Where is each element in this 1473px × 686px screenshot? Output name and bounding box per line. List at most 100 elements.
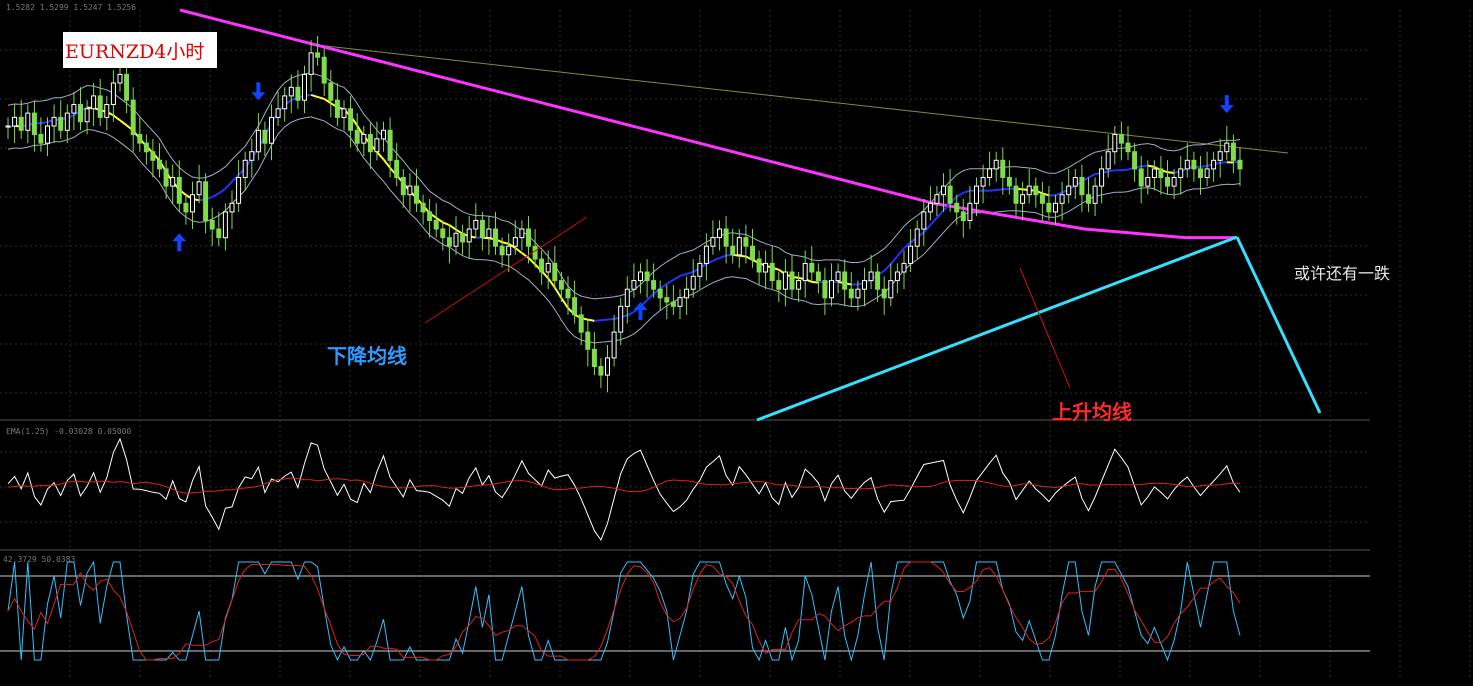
ma-mid-segment	[502, 242, 509, 244]
ma-mid-segment	[601, 320, 608, 321]
candle-body	[533, 246, 537, 259]
ma-mid-segment	[225, 182, 232, 189]
candle-body	[658, 289, 662, 298]
ma-mid-segment	[377, 152, 384, 159]
ma-mid-segment	[588, 320, 595, 321]
ma-mid-segment	[1141, 166, 1148, 167]
candle-body	[474, 220, 478, 229]
candle-body	[217, 229, 221, 238]
candle-body	[783, 272, 787, 289]
ma-mid-segment	[963, 191, 970, 193]
candle-body	[790, 272, 794, 289]
candle-body	[447, 238, 451, 247]
candle-body	[1027, 186, 1031, 195]
candle-body	[895, 272, 899, 281]
candle-body	[125, 74, 129, 100]
candle-body	[698, 263, 702, 276]
annotation-falling-ma: 下降均线	[327, 340, 407, 369]
candle-body	[1146, 178, 1150, 187]
candle-body	[731, 246, 735, 255]
ma-mid-segment	[713, 258, 720, 261]
candle-body	[316, 53, 320, 57]
candle-body	[1238, 160, 1242, 169]
candle-body	[309, 53, 313, 75]
chart-title-box: EURNZD4小时	[63, 32, 217, 68]
candle-body	[303, 74, 307, 100]
candle-body	[6, 126, 10, 127]
candle-body	[520, 229, 524, 238]
candle-body	[797, 281, 801, 290]
candle-body	[118, 74, 122, 83]
candle-body	[441, 229, 445, 238]
candle-body	[777, 281, 781, 290]
candle-body	[942, 186, 946, 195]
candle-body	[1073, 178, 1077, 187]
candle-body	[151, 152, 155, 161]
candle-body	[988, 169, 992, 178]
candle-body	[685, 289, 689, 298]
candle-body	[85, 109, 89, 122]
candle-body	[158, 160, 162, 169]
candle-body	[849, 289, 853, 298]
candle-body	[1007, 178, 1011, 187]
panel-separators	[0, 420, 1370, 550]
ma-long-line	[180, 10, 1235, 238]
candle-body	[296, 87, 300, 100]
candle-body	[263, 130, 267, 143]
indicator2-label: 42.3729 50.0383	[3, 555, 75, 564]
candle-body	[1225, 143, 1229, 152]
candle-body	[711, 238, 715, 247]
candle-body	[144, 143, 148, 152]
candle-body	[724, 229, 728, 246]
candle-body	[764, 263, 768, 272]
candle-body	[349, 109, 353, 131]
candle-body	[184, 203, 188, 212]
annotation-rising-ma: 上升均线	[1052, 396, 1132, 425]
candle-body	[256, 130, 260, 152]
ma-mid-segment	[990, 190, 997, 191]
annotation-another-drop: 或许还有一跌	[1294, 260, 1390, 284]
candle-body	[368, 135, 372, 152]
candle-body	[401, 178, 405, 195]
candle-body	[566, 289, 570, 298]
ma-mid-segment	[680, 274, 687, 276]
candle-body	[579, 315, 583, 332]
candle-body	[1060, 195, 1064, 204]
candle-body	[1205, 169, 1209, 178]
candle-body	[270, 117, 274, 143]
candle-body	[810, 263, 814, 272]
indicator-panel-2	[0, 562, 1370, 660]
candle-body	[1080, 178, 1084, 195]
candle-body	[665, 298, 669, 302]
candle-body	[415, 186, 419, 203]
candle-body	[586, 332, 590, 349]
candle-body	[322, 57, 326, 83]
candle-body	[909, 246, 913, 263]
candle-body	[1152, 169, 1156, 178]
ma-mid-segment	[41, 122, 48, 123]
ma-mid-segment	[1148, 166, 1155, 167]
candle-body	[803, 263, 807, 280]
candle-body	[164, 169, 168, 186]
candle-body	[1159, 169, 1163, 178]
candle-body	[454, 233, 458, 246]
candle-body	[678, 298, 682, 307]
candle-body	[1040, 195, 1044, 204]
candle-body	[131, 100, 135, 134]
candle-body	[289, 87, 293, 96]
candle-body	[138, 135, 142, 144]
indicator1-label: EMA(1.25) -0.03028 0.05000	[6, 427, 131, 436]
ma-mid-segment	[1168, 172, 1175, 173]
candle-body	[177, 178, 181, 204]
candle-body	[26, 113, 30, 130]
candle-body	[237, 178, 241, 204]
candle-body	[639, 272, 643, 281]
candle-body	[1113, 135, 1117, 152]
ma-mid-segment	[608, 319, 615, 320]
candle-body	[223, 212, 227, 238]
candle-body	[882, 289, 886, 298]
candle-body	[1021, 195, 1025, 204]
ma-mid-segment	[812, 282, 819, 283]
candle-body	[1047, 203, 1051, 212]
candle-body	[507, 246, 511, 255]
